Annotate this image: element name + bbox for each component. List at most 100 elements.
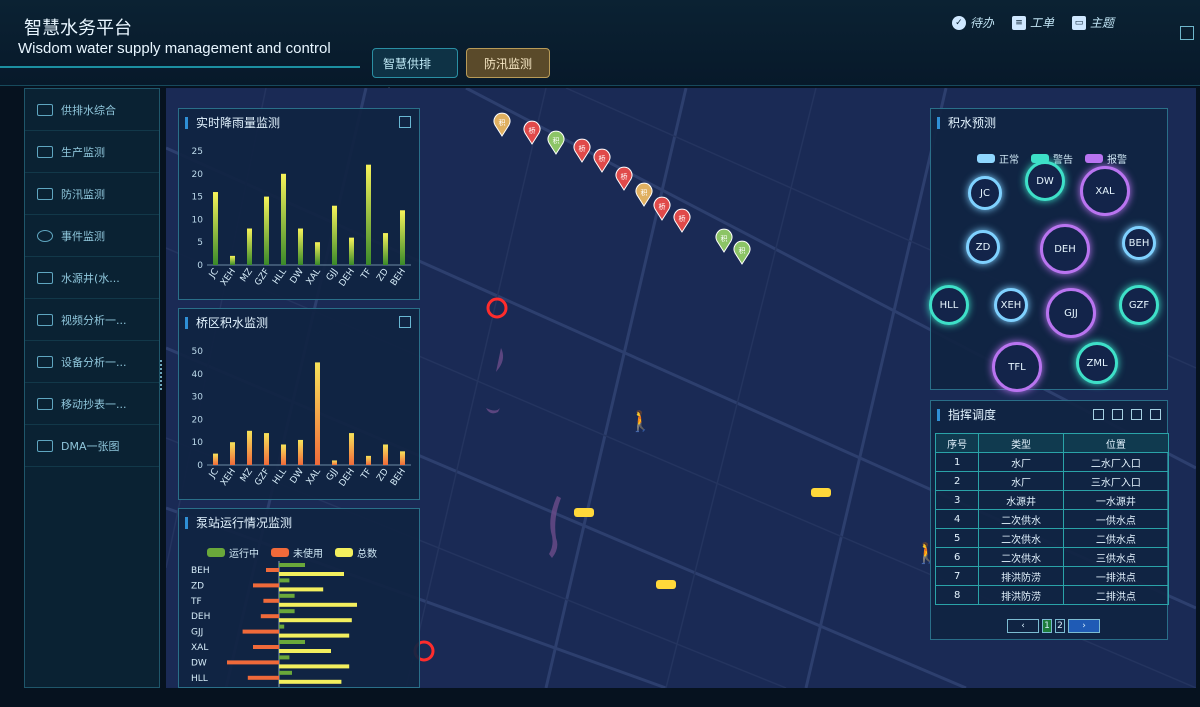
bar[interactable] [281,173,286,265]
table-row[interactable]: 7 排洪防涝 一排洪点 [934,566,1170,586]
table-icon[interactable] [1131,409,1142,420]
fullscreen-icon[interactable] [1180,26,1194,40]
sidebar-item-mobile-meter[interactable]: 移动抄表一... [25,383,159,425]
bar[interactable] [298,439,303,465]
todo-button[interactable]: ✓ 待办 [951,14,994,31]
bar[interactable] [281,444,286,465]
total-bar[interactable] [279,587,324,592]
bar[interactable] [315,242,320,265]
bar[interactable] [213,192,218,265]
unused-bar[interactable] [247,675,279,680]
sidebar-item-dma[interactable]: DMA一张图 [25,425,159,467]
running-bar[interactable] [279,624,285,629]
bar[interactable] [366,164,371,265]
bar[interactable] [366,455,371,465]
unused-bar[interactable] [263,598,279,603]
table-row[interactable]: 2 水厂 三水厂入口 [934,471,1170,491]
bar[interactable] [332,205,337,265]
total-bar[interactable] [279,618,352,623]
page-1-button[interactable]: 1 [1042,619,1052,633]
water-point-xal[interactable]: XAL [1080,166,1130,216]
bar[interactable] [298,228,303,265]
prev-page-button[interactable]: ‹ [1007,619,1039,633]
water-point-dw[interactable]: DW [1025,161,1065,201]
bar[interactable] [315,362,320,465]
work-order-button[interactable]: ≡ 工单 [1011,14,1054,31]
next-page-button[interactable]: › [1068,619,1100,633]
table-row[interactable]: 6 二次供水 三供水点 [934,547,1170,567]
bar[interactable] [332,460,337,465]
bar[interactable] [230,442,235,465]
total-bar[interactable] [279,679,342,684]
water-point-tfl[interactable]: TFL [992,342,1042,392]
running-bar[interactable] [279,593,295,598]
tab-flood-monitoring[interactable]: 防汛监测 [466,48,550,78]
theme-button[interactable]: ▭ 主题 [1071,14,1114,31]
running-bar[interactable] [279,640,305,644]
car-icon[interactable] [574,508,594,517]
table-row[interactable]: 1 水厂 二水厂入口 [934,452,1170,472]
bar[interactable] [230,255,235,265]
bar[interactable] [383,444,388,465]
running-bar[interactable] [279,578,290,583]
table-row[interactable]: 3 水源井 一水源井 [934,490,1170,510]
bar[interactable] [213,453,218,465]
water-point-beh[interactable]: BEH [1122,226,1156,260]
tab-water-supply[interactable]: 智慧供排水... [372,48,458,101]
unused-bar[interactable] [227,660,279,665]
total-bar[interactable] [279,664,350,669]
table-row[interactable]: 4 二次供水 一供水点 [934,509,1170,529]
running-bar[interactable] [279,563,305,567]
bar[interactable] [264,196,269,265]
map-markers[interactable]: 积桥积桥桥桥积桥桥积积 [493,112,751,265]
running-bar[interactable] [279,655,290,660]
bar[interactable] [247,430,252,465]
bar[interactable] [264,433,269,465]
unused-bar[interactable] [253,645,279,649]
water-panel-title: 积水预测 [937,117,996,129]
water-point-gjj[interactable]: GJJ [1046,288,1096,338]
car-icon[interactable] [811,488,831,497]
total-bar[interactable] [279,633,350,638]
total-bar[interactable] [279,602,357,607]
sidebar-item-supply-overview[interactable]: 供排水综合 [25,89,159,131]
bar[interactable] [383,233,388,265]
water-point-deh[interactable]: DEH [1040,224,1090,274]
car-icon[interactable] [656,580,676,589]
bar[interactable] [400,451,405,465]
sidebar-item-water-well[interactable]: 水源井(水... [25,257,159,299]
sidebar-item-flood[interactable]: 防汛监测 [25,173,159,215]
water-point-zml[interactable]: ZML [1076,342,1118,384]
bar[interactable] [247,228,252,265]
water-point-jc[interactable]: JC [968,176,1002,210]
table-row[interactable]: 5 二次供水 二供水点 [934,528,1170,548]
person-icon[interactable] [1112,409,1123,420]
bar[interactable] [349,237,354,265]
total-bar[interactable] [279,572,344,576]
chart-icon[interactable] [1093,409,1104,420]
running-bar[interactable] [279,670,292,675]
running-bar[interactable] [279,609,295,614]
unused-bar[interactable] [266,568,279,572]
sidebar-item-production[interactable]: 生产监测 [25,131,159,173]
water-point-gzf[interactable]: GZF [1119,285,1159,325]
bar[interactable] [349,433,354,465]
pedestrian-icon[interactable]: 🚶 [628,409,653,433]
bar[interactable] [400,210,405,265]
export-icon[interactable] [1150,409,1161,420]
sidebar-item-events[interactable]: 事件监测 [25,215,159,257]
water-point-xeh[interactable]: XEH [994,288,1028,322]
water-point-hll[interactable]: HLL [929,285,969,325]
sidebar-collapse-handle[interactable] [160,360,164,390]
water-point-zd[interactable]: ZD [966,230,1000,264]
sidebar-item-video-analysis[interactable]: 视频分析一... [25,299,159,341]
table-row[interactable]: 8 排洪防涝 二排洪点 [934,585,1170,605]
cell-index: 7 [934,566,980,586]
unused-bar[interactable] [253,583,279,588]
unused-bar[interactable] [242,629,279,634]
unused-bar[interactable] [260,614,279,619]
page-2-button[interactable]: 2 [1055,619,1065,633]
total-bar[interactable] [279,649,331,653]
sidebar-item-device-analysis[interactable]: 设备分析一... [25,341,159,383]
alert-icon[interactable] [486,297,508,319]
